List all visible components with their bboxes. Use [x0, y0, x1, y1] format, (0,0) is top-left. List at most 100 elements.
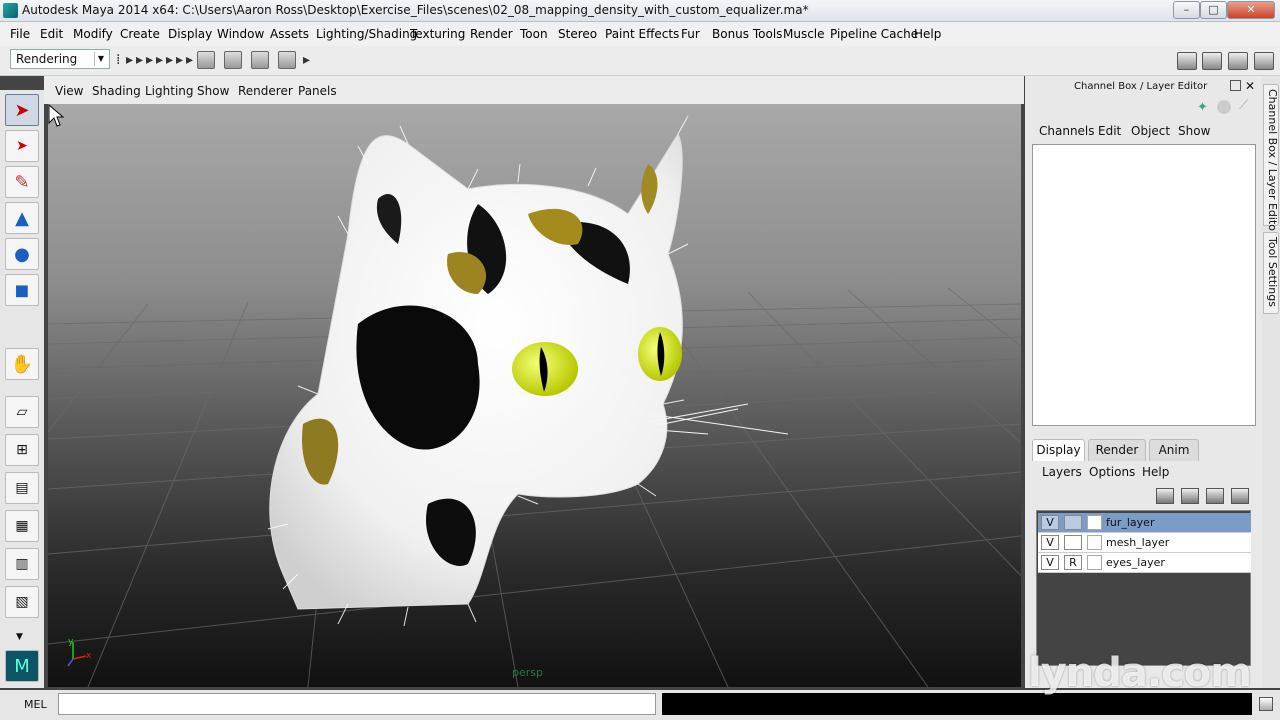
- collapse-handle-icon[interactable]: ▸: [136, 52, 143, 68]
- minimize-button[interactable]: –: [1173, 1, 1200, 19]
- new-layer-icon[interactable]: [1206, 488, 1224, 504]
- layer-color-swatch[interactable]: [1087, 535, 1102, 550]
- cat-model: [267, 115, 789, 627]
- new-layer-from-selected-icon[interactable]: [1231, 488, 1249, 504]
- layer-display-mode-toggle[interactable]: R: [1064, 555, 1082, 570]
- menu-paint-effects[interactable]: Paint Effects: [605, 27, 679, 41]
- menu-display[interactable]: Display: [168, 27, 212, 41]
- move-layer-down-icon[interactable]: [1181, 488, 1199, 504]
- last-tool-icon[interactable]: ✋: [5, 348, 39, 380]
- layer-row[interactable]: V R eyes_layer: [1038, 553, 1251, 573]
- modeling-toolkit-icon[interactable]: [1177, 52, 1197, 70]
- menu-texturing[interactable]: Texturing: [410, 27, 465, 41]
- move-layer-up-icon[interactable]: [1156, 488, 1174, 504]
- close-button[interactable]: ✕: [1227, 1, 1275, 19]
- close-panel-icon[interactable]: ✕: [1245, 79, 1255, 93]
- menu-fur[interactable]: Fur: [681, 27, 700, 41]
- mel-result-field: [662, 693, 1252, 715]
- menu-modify[interactable]: Modify: [73, 27, 113, 41]
- menu-edit[interactable]: Edit: [40, 27, 63, 41]
- single-perspective-layout-icon[interactable]: ▱: [5, 396, 39, 428]
- mel-command-input[interactable]: [58, 693, 656, 715]
- collapse-handle-icon[interactable]: ▸: [156, 52, 163, 68]
- layer-menu-help[interactable]: Help: [1142, 465, 1169, 479]
- menu-set-dropdown[interactable]: Rendering ▼: [10, 49, 110, 69]
- rotate-tool-icon[interactable]: ●: [5, 238, 39, 270]
- side-tab-channel-box[interactable]: Channel Box / Layer Editor: [1263, 84, 1279, 236]
- layer-display-mode-toggle[interactable]: [1064, 515, 1082, 530]
- perspective-viewport[interactable]: y x persp: [48, 104, 1021, 687]
- layer-menu-options[interactable]: Options: [1089, 465, 1135, 479]
- four-view-layout-icon[interactable]: ⊞: [5, 434, 39, 466]
- speed-icon[interactable]: [1217, 100, 1231, 114]
- panel-menu-view[interactable]: View: [55, 84, 83, 98]
- collapse-handle-icon[interactable]: ⁞: [116, 52, 122, 68]
- script-editor-icon[interactable]: [1259, 697, 1273, 711]
- tab-display[interactable]: Display: [1032, 439, 1085, 461]
- menu-help[interactable]: Help: [914, 27, 941, 41]
- float-panel-icon[interactable]: [1230, 80, 1241, 91]
- collapse-handle-icon[interactable]: ▸: [146, 52, 153, 68]
- hyperbolic-icon[interactable]: ⟋: [1239, 98, 1248, 113]
- cb-menu-channels[interactable]: Channels: [1039, 124, 1095, 138]
- cb-menu-edit[interactable]: Edit: [1098, 124, 1121, 138]
- ipr-render-icon[interactable]: [251, 51, 269, 69]
- mel-label[interactable]: MEL: [24, 698, 47, 711]
- tab-anim[interactable]: Anim: [1149, 439, 1199, 461]
- panel-menu-show[interactable]: Show: [197, 84, 229, 98]
- collapse-handle-icon[interactable]: ▸: [303, 52, 310, 68]
- menu-file[interactable]: File: [10, 27, 30, 41]
- attribute-editor-icon[interactable]: [1202, 52, 1222, 70]
- maximize-button[interactable]: □: [1200, 1, 1227, 19]
- layer-color-swatch[interactable]: [1087, 555, 1102, 570]
- menu-bonus-tools[interactable]: Bonus Tools: [712, 27, 782, 41]
- layer-visibility-toggle[interactable]: V: [1041, 555, 1059, 570]
- menu-muscle[interactable]: Muscle: [783, 27, 825, 41]
- collapse-handle-icon[interactable]: ▸: [176, 52, 183, 68]
- layer-row[interactable]: V fur_layer: [1038, 513, 1251, 533]
- layer-menu-layers[interactable]: Layers: [1042, 465, 1082, 479]
- menu-create[interactable]: Create: [120, 27, 160, 41]
- chevron-down-icon[interactable]: ▼: [94, 52, 107, 66]
- layer-color-swatch[interactable]: [1087, 515, 1102, 530]
- layer-display-mode-toggle[interactable]: [1064, 535, 1082, 550]
- panel-menu-renderer[interactable]: Renderer: [238, 84, 293, 98]
- cb-menu-object[interactable]: Object: [1131, 124, 1170, 138]
- menu-assets[interactable]: Assets: [270, 27, 309, 41]
- layer-visibility-toggle[interactable]: V: [1041, 535, 1059, 550]
- render-view-icon[interactable]: [197, 51, 215, 69]
- channel-list[interactable]: [1032, 144, 1256, 426]
- collapse-handle-icon[interactable]: ▸: [166, 52, 173, 68]
- cb-menu-show[interactable]: Show: [1178, 124, 1210, 138]
- persp-outliner-layout-icon[interactable]: ▤: [5, 472, 39, 504]
- select-tool-icon[interactable]: ➤: [5, 94, 39, 126]
- menu-window[interactable]: Window: [217, 27, 264, 41]
- menu-lighting-shading[interactable]: Lighting/Shading: [316, 27, 417, 41]
- side-tab-tool-settings[interactable]: Tool Settings: [1263, 232, 1279, 314]
- tool-settings-icon[interactable]: [1228, 52, 1248, 70]
- manipulator-icon[interactable]: ✦: [1197, 100, 1208, 115]
- hypershade-layout-icon[interactable]: ▥: [5, 548, 39, 580]
- menu-toon[interactable]: Toon: [520, 27, 548, 41]
- tab-render[interactable]: Render: [1088, 439, 1146, 461]
- render-current-frame-icon[interactable]: [224, 51, 242, 69]
- menu-stereo[interactable]: Stereo: [558, 27, 597, 41]
- render-settings-icon[interactable]: [278, 51, 296, 69]
- collapse-handle-icon[interactable]: ▸: [186, 52, 193, 68]
- panel-menu-panels[interactable]: Panels: [298, 84, 337, 98]
- panel-menu-lighting[interactable]: Lighting: [145, 84, 194, 98]
- panel-menu-shading[interactable]: Shading: [92, 84, 141, 98]
- paint-select-tool-icon[interactable]: ✎: [5, 166, 39, 198]
- outliner-graph-layout-icon[interactable]: ▧: [5, 586, 39, 618]
- persp-graph-layout-icon[interactable]: ▦: [5, 510, 39, 542]
- chevron-down-icon[interactable]: ▼: [16, 632, 23, 642]
- move-tool-icon[interactable]: ▲: [5, 202, 39, 234]
- lasso-tool-icon[interactable]: ➤: [5, 130, 39, 162]
- collapse-handle-icon[interactable]: ▸: [126, 52, 133, 68]
- layer-visibility-toggle[interactable]: V: [1041, 515, 1059, 530]
- menu-render[interactable]: Render: [470, 27, 513, 41]
- channel-box-toggle-icon[interactable]: [1254, 52, 1274, 70]
- menu-pipeline-cache[interactable]: Pipeline Cache: [830, 27, 918, 41]
- scale-tool-icon[interactable]: ◼: [5, 274, 39, 306]
- layer-row[interactable]: V mesh_layer: [1038, 533, 1251, 553]
